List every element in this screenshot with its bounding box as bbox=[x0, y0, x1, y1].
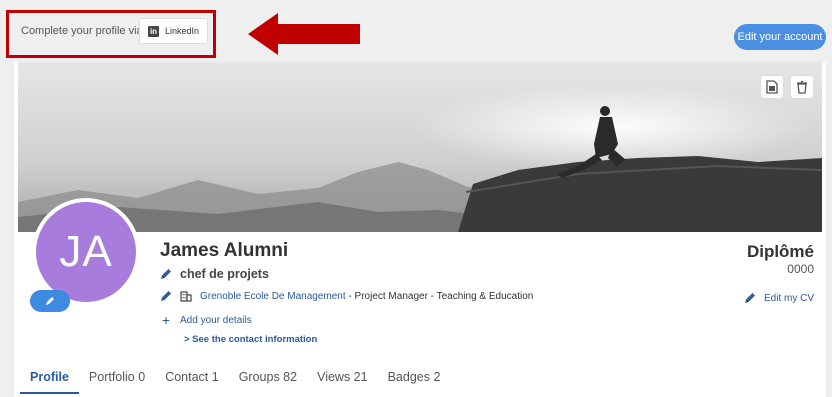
linkedin-button[interactable]: in LinkedIn bbox=[139, 18, 209, 44]
profile-name: James Alumni bbox=[160, 240, 289, 261]
cover-image bbox=[18, 62, 822, 232]
edit-cv-link[interactable]: Edit my CV bbox=[744, 292, 814, 304]
pencil-icon bbox=[161, 269, 171, 279]
tab-groups[interactable]: Groups 82 bbox=[229, 366, 307, 394]
image-file-icon bbox=[766, 80, 778, 94]
profile-card: JA James Alumni chef de projets Grenoble… bbox=[14, 62, 826, 397]
complete-profile-text: Complete your profile via bbox=[21, 25, 143, 37]
pencil-icon bbox=[46, 297, 54, 305]
tab-portfolio[interactable]: Portfolio 0 bbox=[79, 366, 155, 394]
avatar-edit-button[interactable] bbox=[30, 290, 70, 312]
edit-cv-label: Edit my CV bbox=[763, 292, 814, 304]
position-text: chef de projets bbox=[180, 267, 269, 281]
tab-views[interactable]: Views 21 bbox=[307, 366, 378, 394]
linkedin-icon: in bbox=[148, 25, 159, 37]
red-arrow-icon bbox=[248, 13, 360, 55]
diploma-status: Diplômé bbox=[746, 242, 814, 261]
tab-profile[interactable]: Profile bbox=[20, 366, 79, 394]
school-row[interactable]: Grenoble Ecole De Management - Project M… bbox=[160, 290, 533, 302]
tab-badges[interactable]: Badges 2 bbox=[378, 366, 451, 394]
cover-photo bbox=[18, 62, 822, 232]
graduation-year: 0000 bbox=[787, 262, 814, 276]
tab-contact[interactable]: Contact 1 bbox=[155, 366, 229, 394]
edit-account-button[interactable]: Edit your account bbox=[734, 24, 826, 50]
pencil-icon bbox=[161, 291, 171, 301]
add-details-link[interactable]: + Add your details bbox=[160, 312, 252, 328]
pencil-icon bbox=[744, 293, 755, 303]
delete-cover-button[interactable] bbox=[790, 75, 814, 99]
contact-info-link[interactable]: > See the contact information bbox=[184, 334, 317, 345]
top-bar: Complete your profile via in LinkedIn Ed… bbox=[0, 0, 832, 60]
change-cover-button[interactable] bbox=[760, 75, 784, 99]
plus-icon: + bbox=[161, 312, 171, 328]
position-row[interactable]: chef de projets bbox=[160, 267, 269, 281]
add-details-label: Add your details bbox=[180, 314, 252, 326]
school-link[interactable]: Grenoble Ecole De Management bbox=[200, 291, 346, 302]
building-icon bbox=[180, 290, 192, 302]
linkedin-highlight-box: Complete your profile via in LinkedIn bbox=[6, 10, 216, 58]
school-details: - Project Manager - Teaching & Education bbox=[345, 290, 534, 302]
linkedin-label: LinkedIn bbox=[165, 26, 200, 36]
trash-icon bbox=[797, 80, 807, 94]
profile-tabs: Profile Portfolio 0 Contact 1 Groups 82 … bbox=[20, 366, 450, 394]
